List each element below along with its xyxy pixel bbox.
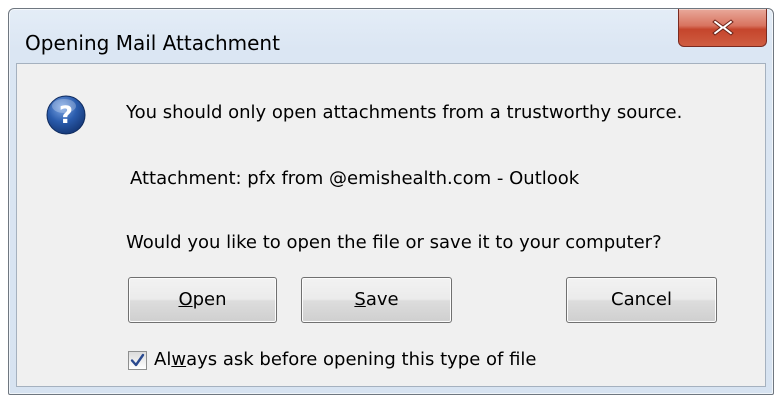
dialog-window: Opening Mail Attachment ? You should onl… bbox=[8, 8, 774, 395]
dialog-title: Opening Mail Attachment bbox=[25, 31, 280, 55]
attachment-info-text: Attachment: pfx from @emishealth.com - O… bbox=[130, 168, 580, 189]
open-accelerator: O bbox=[178, 289, 193, 310]
title-bar[interactable]: Opening Mail Attachment bbox=[9, 9, 773, 63]
open-button[interactable]: Open bbox=[128, 277, 277, 323]
security-warning-text: You should only open attachments from a … bbox=[126, 102, 683, 123]
save-button[interactable]: Save bbox=[301, 277, 452, 323]
save-label-after: ave bbox=[365, 289, 399, 310]
save-accelerator: S bbox=[354, 289, 366, 310]
dialog-body: ? You should only open attachments from … bbox=[16, 63, 766, 387]
open-label-after: pen bbox=[192, 289, 227, 310]
checkmark-icon bbox=[130, 353, 145, 367]
checkbox-label-after: ays ask before opening this type of file bbox=[186, 349, 537, 370]
checkbox-label-accelerator: w bbox=[171, 349, 187, 370]
svg-text:?: ? bbox=[59, 101, 73, 129]
prompt-text: Would you like to open the file or save … bbox=[126, 232, 662, 253]
close-button[interactable] bbox=[678, 9, 767, 47]
always-ask-label[interactable]: Always ask before opening this type of f… bbox=[154, 349, 537, 370]
cancel-button[interactable]: Cancel bbox=[566, 277, 717, 323]
checkbox-label-before: Al bbox=[154, 349, 172, 370]
question-icon: ? bbox=[46, 95, 86, 135]
always-ask-checkbox[interactable] bbox=[128, 351, 147, 370]
close-icon bbox=[712, 19, 734, 36]
